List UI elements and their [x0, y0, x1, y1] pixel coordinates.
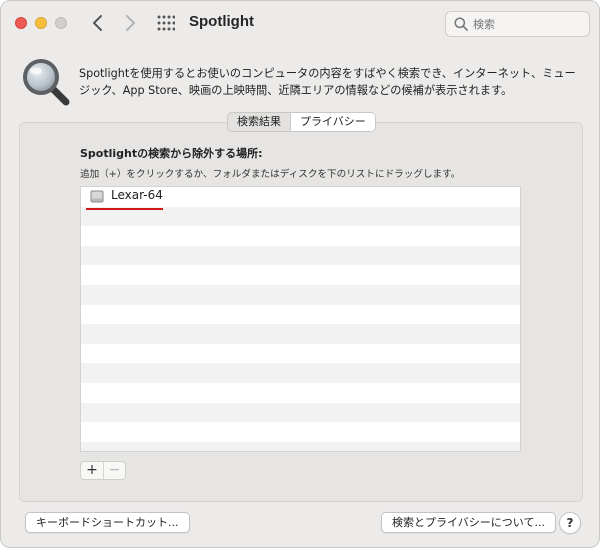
excluded-item-name: Lexar-64 — [111, 188, 163, 202]
show-all-button[interactable] — [157, 14, 176, 32]
title-bar: Spotlight — [1, 1, 599, 47]
empty-row — [81, 344, 520, 364]
search-icon — [454, 17, 468, 31]
empty-row — [81, 363, 520, 383]
window-title: Spotlight — [189, 13, 254, 30]
empty-row — [81, 226, 520, 246]
search-input[interactable] — [473, 15, 583, 33]
chevron-right-icon — [126, 15, 135, 31]
remove-button[interactable]: − — [103, 462, 125, 479]
tab-control: 検索結果 プライバシー — [227, 112, 376, 132]
excluded-locations-list[interactable]: Lexar-64 — [80, 186, 521, 452]
list-item[interactable]: Lexar-64 — [81, 187, 520, 207]
keyboard-shortcuts-button[interactable]: キーボードショートカット... — [25, 512, 190, 533]
chevron-left-icon — [93, 15, 102, 31]
external-disk-icon — [90, 190, 104, 203]
exclusion-hint: 追加（+）をクリックするか、フォルダまたはディスクを下のリストにドラッグします。 — [80, 169, 461, 180]
annotation-underline — [86, 208, 163, 210]
empty-row — [81, 402, 520, 423]
empty-row — [81, 245, 520, 266]
preferences-window: Spotlight Spotlightを使用するとお使いのコンピュータの内容をす… — [0, 0, 600, 548]
add-remove-control: + − — [80, 461, 126, 480]
grid-icon — [157, 15, 176, 31]
empty-row — [81, 265, 520, 285]
description-text: Spotlightを使用するとお使いのコンピュータの内容をすばやく検索でき、イン… — [79, 67, 576, 97]
empty-row — [81, 441, 520, 451]
back-button[interactable] — [87, 12, 109, 34]
exclusion-section-title: Spotlightの検索から除外する場所: — [80, 147, 263, 160]
empty-row — [81, 324, 520, 344]
minimize-button[interactable] — [35, 17, 47, 29]
tab-search-results[interactable]: 検索結果 — [228, 113, 290, 131]
help-button[interactable]: ? — [559, 512, 581, 534]
add-button[interactable]: + — [81, 462, 103, 479]
empty-row — [81, 383, 520, 403]
empty-row — [81, 284, 520, 305]
empty-row — [81, 422, 520, 442]
zoom-button[interactable] — [55, 17, 67, 29]
search-field[interactable] — [445, 11, 590, 37]
close-button[interactable] — [15, 17, 27, 29]
about-search-privacy-button[interactable]: 検索とプライバシーについて... — [381, 512, 556, 533]
forward-button[interactable] — [119, 12, 141, 34]
tab-privacy[interactable]: プライバシー — [290, 113, 375, 131]
empty-row — [81, 305, 520, 325]
spotlight-magnifier-icon — [21, 57, 71, 107]
